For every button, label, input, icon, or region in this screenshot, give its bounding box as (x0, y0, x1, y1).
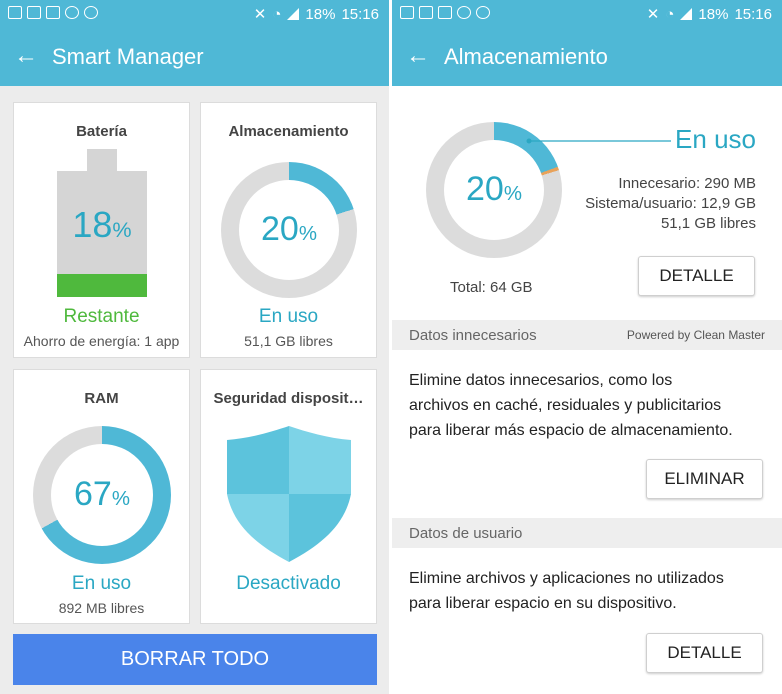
total-storage: Total: 64 GB (450, 279, 533, 296)
system-user-size: Sistema/usuario: 12,9 GB (585, 195, 756, 212)
cloud-icon (476, 6, 490, 19)
word-icon (27, 6, 41, 19)
battery-status: Restante (63, 306, 140, 327)
free-space: 51,1 GB libres (660, 215, 756, 232)
status-bar: ✕ ◔ 18% 15:16 (392, 0, 782, 28)
back-arrow-icon[interactable]: ← (406, 42, 430, 70)
app-bar: ← Almacenamiento (392, 28, 782, 86)
cloud-icon (84, 6, 98, 19)
image-icon (438, 6, 452, 19)
shield-icon (227, 426, 351, 562)
ram-sub: 892 MB libres (58, 600, 145, 616)
storage-percent-value: 20 (261, 210, 299, 248)
unnecessary-data-header: Datos innecesarios Powered by Clean Mast… (392, 320, 782, 350)
storage-status: En uso (258, 306, 319, 327)
signal-icon (287, 8, 300, 20)
storage-percent-value: 20 (466, 170, 504, 208)
word-icon (419, 6, 433, 19)
security-card[interactable]: Seguridad disposit… Desactivado (200, 369, 377, 624)
battery-icon: 18% (57, 149, 147, 297)
ram-card-title: RAM (84, 390, 119, 407)
detail-button[interactable]: DETALLE (638, 256, 755, 296)
battery-card-title: Batería (76, 123, 127, 140)
user-data-text: Elimine archivos y aplicaciones no utili… (409, 570, 724, 612)
page-title: Smart Manager (52, 44, 204, 69)
smart-manager-screen: ✕ ◔ 18% 15:16 ← Smart Manager Batería 18… (0, 0, 389, 694)
user-detail-button[interactable]: DETALLE (646, 633, 763, 673)
ram-ring: 67% (33, 426, 171, 564)
wifi-icon: ◔ (665, 5, 675, 23)
unnecessary-data-title: Datos innecesarios (409, 327, 537, 344)
ram-percent-value: 67 (74, 475, 112, 513)
sync-icon (65, 6, 79, 19)
in-use-label: En uso (675, 124, 756, 154)
battery-percent-value: 18 (72, 204, 113, 245)
page-title: Almacenamiento (444, 44, 608, 69)
storage-screen: ✕ ◔ 18% 15:16 ← Almacenamiento 20% En us… (392, 0, 782, 694)
sync-icon (457, 6, 471, 19)
wifi-icon: ◔ (272, 5, 282, 23)
storage-card-title: Almacenamiento (228, 123, 349, 140)
ram-status: En uso (71, 573, 132, 594)
clear-all-button[interactable]: BORRAR TODO (13, 634, 377, 685)
delete-button[interactable]: ELIMINAR (646, 459, 763, 499)
mute-icon: ✕ (253, 6, 267, 23)
back-arrow-icon[interactable]: ← (14, 42, 38, 70)
user-data-title: Datos de usuario (409, 525, 523, 542)
mail-icon (8, 6, 22, 19)
user-data-header: Datos de usuario (392, 518, 782, 548)
app-bar: ← Smart Manager (0, 28, 389, 86)
battery-card[interactable]: Batería 18% Restante Ahorro de energía: … (13, 102, 190, 358)
mute-icon: ✕ (646, 6, 660, 23)
signal-icon (680, 8, 693, 20)
ram-card[interactable]: RAM 67% En uso 892 MB libres (13, 369, 190, 624)
storage-card[interactable]: Almacenamiento 20% En uso 51,1 GB libres (200, 102, 377, 358)
battery-percent: 18% (305, 5, 336, 23)
security-status: Desactivado (236, 573, 341, 594)
status-bar: ✕ ◔ 18% 15:16 (0, 0, 389, 28)
security-card-title: Seguridad disposit… (213, 390, 364, 407)
unnecessary-data-text: Elimine datos innecesarios, como los arc… (409, 372, 733, 439)
battery-percent: 18% (698, 5, 729, 23)
storage-ring: 20% (221, 162, 357, 298)
clock: 15:16 (341, 5, 379, 23)
battery-sub: Ahorro de energía: 1 app (23, 333, 180, 349)
clock: 15:16 (734, 5, 772, 23)
unnecessary-size: Innecesario: 290 MB (618, 175, 756, 192)
powered-by: Powered by Clean Master (626, 328, 765, 342)
storage-details: Innecesario: 290 MB Sistema/usuario: 12,… (585, 174, 756, 234)
image-icon (46, 6, 60, 19)
callout-line (526, 138, 671, 144)
storage-sub: 51,1 GB libres (244, 333, 333, 349)
mail-icon (400, 6, 414, 19)
battery-level-fill (57, 274, 147, 297)
